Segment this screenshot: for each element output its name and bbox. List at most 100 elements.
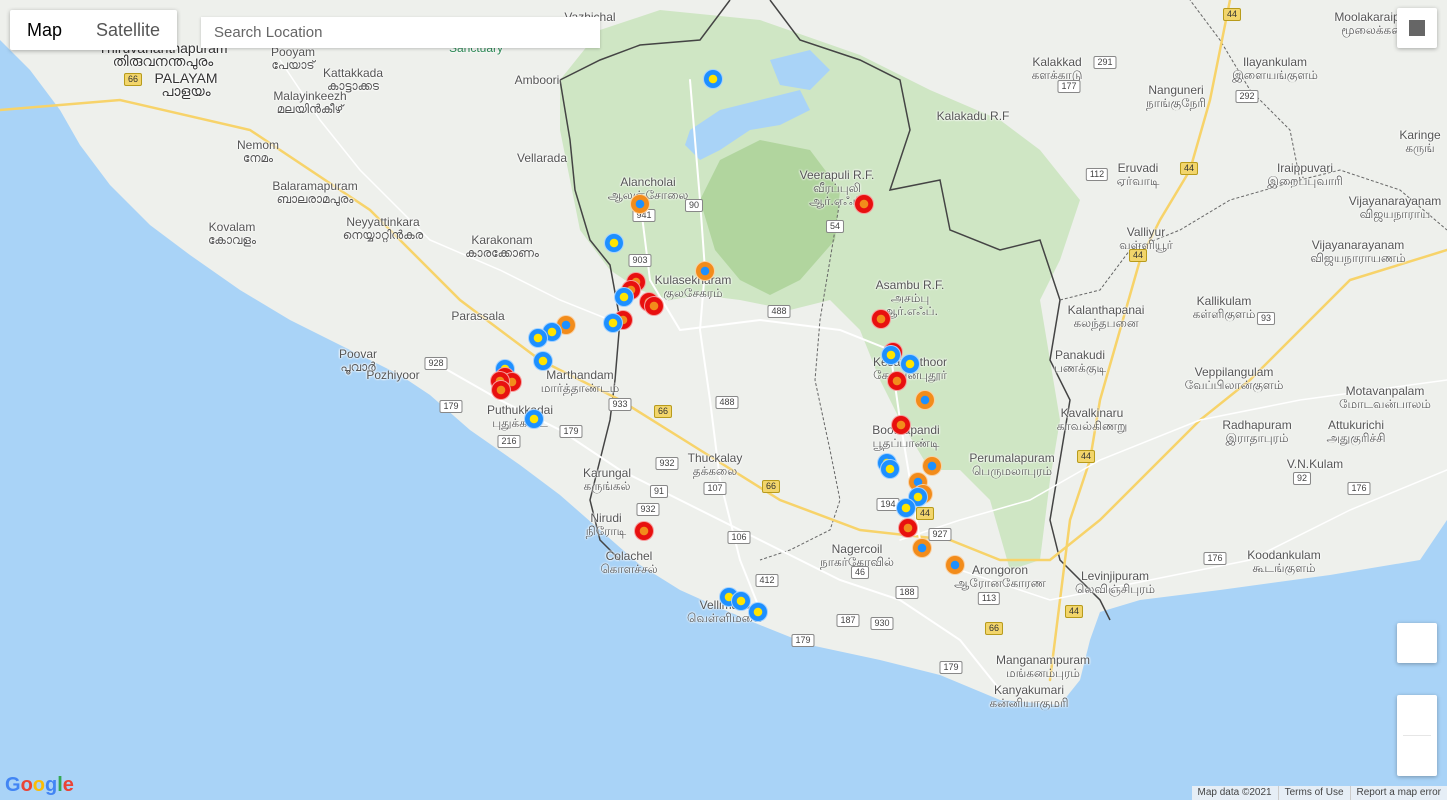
marker-blue-yellow[interactable]	[748, 602, 768, 622]
place-label: Radhapuram இராதாபுரம்	[1222, 418, 1292, 445]
place-label: Koodankulam கூடங்குளம்	[1247, 548, 1321, 575]
route-shield: 112	[1085, 168, 1109, 181]
route-shield: 44	[1076, 450, 1096, 463]
city-label: PALAYAM പാളയം	[154, 70, 218, 99]
route-shield: 66	[653, 405, 673, 418]
place-label: Kalanthapanai கலந்தபனை	[1067, 303, 1145, 330]
route-shield: 91	[649, 485, 669, 498]
marker-blue-yellow[interactable]	[703, 69, 723, 89]
fullscreen-icon	[1409, 20, 1425, 36]
place-label: V.N.Kulam	[1286, 457, 1344, 471]
place-label: Thuckalay தக்கலை	[687, 451, 743, 478]
marker-red-orange[interactable]	[887, 371, 907, 391]
route-shield: 66	[984, 622, 1004, 635]
route-shield: 44	[1064, 605, 1084, 618]
place-label: Perumalapuram பெருமலாபுரம்	[969, 451, 1055, 478]
place-label: Nemom നേമം	[236, 138, 280, 165]
marker-red-orange[interactable]	[871, 309, 891, 329]
marker-orange-blue[interactable]	[912, 538, 932, 558]
marker-red-orange[interactable]	[854, 194, 874, 214]
place-label: Ilayankulam இளையங்குளம்	[1232, 55, 1318, 82]
map-type-satellite-button[interactable]: Satellite	[79, 10, 177, 50]
marker-blue-yellow[interactable]	[533, 351, 553, 371]
place-label: Manganampuram மங்கனம்புரம்	[995, 653, 1091, 680]
marker-orange-blue[interactable]	[695, 261, 715, 281]
map-data-text: Map data ©2021	[1197, 787, 1272, 798]
place-label: Levinjipuram லெவிஞ்சிபுரம்	[1074, 569, 1156, 596]
place-label: Vijayanarayanam விஜயநாராயணம்	[1310, 238, 1406, 265]
place-label: Neyyattinkara നെയ്യാറ്റിൻകര	[342, 215, 424, 242]
route-shield: 216	[497, 435, 521, 448]
route-shield: 176	[1347, 482, 1371, 495]
map-type-map-button[interactable]: Map	[10, 10, 79, 50]
route-shield: 933	[608, 398, 632, 411]
marker-blue-yellow[interactable]	[881, 345, 901, 365]
marker-red-orange[interactable]	[634, 521, 654, 541]
marker-orange-blue[interactable]	[630, 194, 650, 214]
marker-blue-yellow[interactable]	[603, 313, 623, 333]
route-shield: 488	[767, 305, 791, 318]
route-shield: 176	[1203, 552, 1227, 565]
marker-red-orange[interactable]	[491, 380, 511, 400]
route-shield: 92	[1292, 472, 1312, 485]
place-label: Kalakkad களக்காடு	[1031, 55, 1083, 82]
place-label: Balaramapuram ബാലരാമപുരം	[272, 179, 358, 206]
route-shield: 930	[870, 617, 894, 630]
place-label: Kulasekharam குலசேகரம்	[654, 273, 732, 300]
route-shield: 90	[684, 199, 704, 212]
marker-blue-yellow[interactable]	[604, 233, 624, 253]
route-shield: 927	[928, 528, 952, 541]
route-shield: 412	[755, 574, 779, 587]
place-label: Vijayanarayanam விஜயநாராய	[1348, 194, 1442, 221]
fullscreen-button[interactable]	[1397, 8, 1437, 48]
route-shield: 44	[915, 507, 935, 520]
place-label: Vellarada	[516, 151, 568, 165]
place-label: Attukurichi அதுகுரிச்சி	[1326, 418, 1386, 445]
place-label: Pozhiyoor	[366, 368, 420, 382]
place-label: Karinge கருங்	[1399, 128, 1441, 155]
marker-blue-yellow[interactable]	[614, 287, 634, 307]
place-label: Kavalkinaru காவல்கிணறு	[1056, 406, 1128, 433]
route-shield: 44	[1179, 162, 1199, 175]
route-shield: 66	[761, 480, 781, 493]
terms-of-use-link[interactable]: Terms of Use	[1277, 786, 1350, 800]
street-view-button[interactable]	[1397, 623, 1437, 663]
marker-orange-blue[interactable]	[915, 390, 935, 410]
place-label: Iraippuvari இறைப்புவாரி	[1267, 161, 1343, 188]
google-logo[interactable]: Google	[5, 774, 74, 797]
search-location-input[interactable]	[201, 17, 600, 48]
route-shield: 179	[939, 661, 963, 674]
place-label: Nanguneri நாங்குநேரி	[1146, 83, 1206, 110]
route-shield: 187	[836, 614, 860, 627]
place-label: Parassala	[451, 309, 505, 323]
zoom-in-button[interactable]	[1397, 695, 1437, 735]
marker-red-orange[interactable]	[898, 518, 918, 538]
route-shield: 188	[895, 586, 919, 599]
marker-blue-yellow[interactable]	[524, 409, 544, 429]
route-shield: 932	[655, 457, 679, 470]
place-label: Pooyam പേയാട്	[270, 45, 316, 72]
marker-red-orange[interactable]	[644, 296, 664, 316]
marker-orange-blue[interactable]	[945, 555, 965, 575]
route-shield: 179	[439, 400, 463, 413]
route-shield: 44	[1128, 249, 1148, 262]
marker-blue-yellow[interactable]	[900, 354, 920, 374]
marker-red-orange[interactable]	[891, 415, 911, 435]
place-label: Kanyakumari கன்னியாகுமரி	[989, 683, 1069, 710]
place-label: Colachel கொளச்சல்	[600, 549, 658, 576]
place-label: Panakudi பணக்குடி	[1053, 348, 1107, 375]
report-map-error-link[interactable]: Report a map error	[1349, 786, 1447, 800]
marker-blue-yellow[interactable]	[880, 459, 900, 479]
place-label: Karungal கருங்கல்	[582, 466, 632, 493]
map-type-control: Map Satellite	[10, 10, 178, 50]
marker-orange-blue[interactable]	[922, 456, 942, 476]
route-shield: 928	[424, 357, 448, 370]
route-shield: 113	[977, 592, 1001, 605]
route-shield: 179	[559, 425, 583, 438]
route-shield: 177	[1057, 80, 1081, 93]
place-label: Arongoron ஆரோனகோரண	[954, 563, 1046, 590]
marker-blue-yellow[interactable]	[896, 498, 916, 518]
marker-blue-yellow[interactable]	[528, 328, 548, 348]
zoom-out-button[interactable]	[1397, 736, 1437, 776]
place-label: Marthandam மார்த்தாண்டம்	[540, 368, 620, 395]
